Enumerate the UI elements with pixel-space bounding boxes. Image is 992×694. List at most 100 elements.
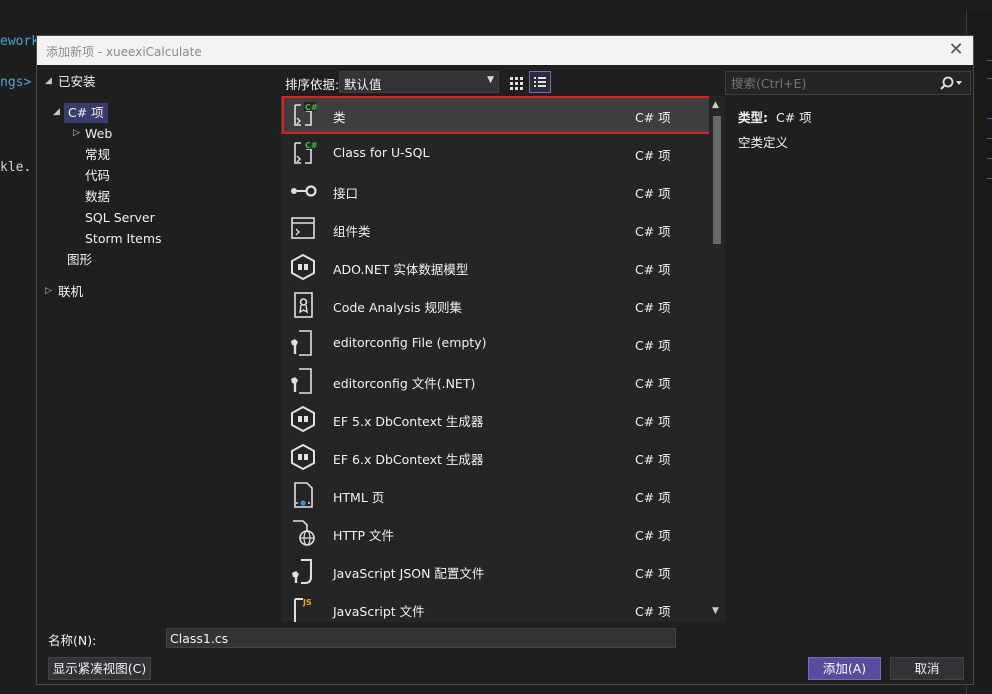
list-item[interactable]: HTML 页 C# 项 [281,476,711,514]
tree-item-data[interactable]: 数据 [85,187,110,207]
sort-label: 排序依据: [285,77,340,92]
item-type: C# 项 [635,566,671,581]
list-scrollbar[interactable]: ▲ ▼ [709,96,725,622]
list-item[interactable]: 组件类 C# 项 [281,210,711,248]
list-item[interactable]: editorconfig File (empty) C# 项 [281,324,711,362]
list-item[interactable]: Code Analysis 规则集 C# 项 [281,286,711,324]
item-name: JavaScript 文件 [333,604,425,619]
item-type: C# 项 [635,528,671,543]
entity-model-icon [289,253,317,281]
javascript-file-icon: JS [289,595,317,622]
item-name: HTML 页 [333,490,385,505]
search-box[interactable] [725,71,971,95]
interface-icon [289,177,317,205]
item-name: Code Analysis 规则集 [333,300,462,315]
http-file-icon [289,519,317,547]
svg-text:C#: C# [305,141,317,150]
entity-model-icon [289,443,317,471]
cancel-button[interactable]: 取消 [890,657,964,680]
detail-type-value: C# 项 [775,110,812,125]
item-name: 组件类 [333,224,371,239]
expanded-arrow-icon[interactable]: ◢ [53,107,60,117]
list-item[interactable]: JavaScript JSON 配置文件 C# 项 [281,552,711,590]
item-type: C# 项 [635,300,671,315]
list-item[interactable]: EF 6.x DbContext 生成器 C# 项 [281,438,711,476]
config-file-icon [289,367,317,395]
collapsed-arrow-icon[interactable]: ▷ [73,128,80,138]
item-type: C# 项 [635,490,671,505]
list-item[interactable]: C# 类 C# 项 [281,96,711,134]
detail-pane: 类型: C# 项 空类定义 [725,96,973,622]
item-name: 类 [333,110,346,125]
list-item[interactable]: ADO.NET 实体数据模型 C# 项 [281,248,711,286]
name-label: 名称(N): [48,633,97,648]
item-type: C# 项 [635,452,671,467]
tree-item-code[interactable]: 代码 [85,166,110,186]
item-name: HTTP 文件 [333,528,394,543]
list-item[interactable]: editorconfig 文件(.NET) C# 项 [281,362,711,400]
item-type: C# 项 [635,338,671,353]
tree-item-graphics[interactable]: 图形 [67,250,92,270]
item-name: editorconfig File (empty) [333,335,487,350]
chevron-down-icon: ▼ [487,75,494,85]
tree-item-installed[interactable]: 已安装 [58,72,96,92]
tree-item-storm-items[interactable]: Storm Items [85,229,162,249]
tree-item-common[interactable]: 常规 [85,145,110,165]
dialog-title: 添加新项 - xueexiCalculate [46,45,202,59]
ruleset-icon [289,291,317,319]
grid-view-button[interactable] [505,72,527,94]
close-button[interactable]: ✕ [945,40,967,62]
template-list: C# 类 C# 项 C# Class for U-SQL C# 项接口 C# 项组件类 C# … [281,96,725,622]
entity-model-icon [289,405,317,433]
list-item[interactable]: EF 5.x DbContext 生成器 C# 项 [281,400,711,438]
svg-text:C#: C# [305,103,317,112]
class-icon: C# [289,101,318,129]
list-view-button[interactable] [529,71,551,93]
list-item[interactable]: C# Class for U-SQL C# 项 [281,134,711,172]
config-file-icon [289,329,317,357]
svg-text:JS: JS [302,598,312,607]
item-name: 接口 [333,186,359,201]
item-name: editorconfig 文件(.NET) [333,376,476,391]
item-type: C# 项 [635,262,671,277]
search-input[interactable] [731,75,931,92]
name-input[interactable] [166,628,676,648]
json-config-icon [289,557,317,585]
code-fragment: kle. [0,160,32,175]
list-item[interactable]: HTTP 文件 C# 项 [281,514,711,552]
item-type: C# 项 [635,148,671,163]
list-item[interactable]: JS JavaScript 文件 C# 项 [281,590,711,622]
item-type: C# 项 [635,110,671,125]
bottom-bar: 名称(N): 显示紧凑视图(C) 添加(A) 取消 [37,622,973,684]
item-name: Class for U-SQL [333,145,430,160]
add-button[interactable]: 添加(A) [808,657,881,680]
collapsed-arrow-icon[interactable]: ▷ [45,286,52,296]
category-tree: ◢ 已安装 ◢ C# 项 ▷ Web 常规 代码 数据 SQL Server S… [37,66,281,622]
html-page-icon [289,481,317,509]
item-name: EF 6.x DbContext 生成器 [333,452,484,467]
item-type: C# 项 [635,414,671,429]
code-fragment: ework [0,34,40,49]
search-icon[interactable] [938,75,964,92]
tree-item-csharp[interactable]: C# 项 [64,103,108,123]
tree-item-sql-server[interactable]: SQL Server [85,208,155,228]
item-type: C# 项 [635,604,671,619]
scroll-down-icon[interactable]: ▼ [712,606,719,616]
sort-value: 默认值 [344,77,382,92]
item-name: ADO.NET 实体数据模型 [333,262,469,277]
grid-view-icon [510,77,523,90]
detail-description: 空类定义 [738,135,789,150]
scroll-thumb[interactable] [713,116,721,244]
tree-item-web[interactable]: Web [85,124,112,144]
sort-dropdown[interactable]: 默认值 ▼ [339,71,499,93]
expanded-arrow-icon[interactable]: ◢ [45,76,52,86]
item-type: C# 项 [635,224,671,239]
item-name: JavaScript JSON 配置文件 [333,566,485,581]
item-type: C# 项 [635,186,671,201]
code-fragment: ngs> [0,75,32,90]
compact-view-button[interactable]: 显示紧凑视图(C) [48,657,151,680]
list-item[interactable]: 接口 C# 项 [281,172,711,210]
tree-item-online[interactable]: 联机 [58,282,83,302]
scroll-up-icon[interactable]: ▲ [712,100,719,110]
item-name: EF 5.x DbContext 生成器 [333,414,484,429]
